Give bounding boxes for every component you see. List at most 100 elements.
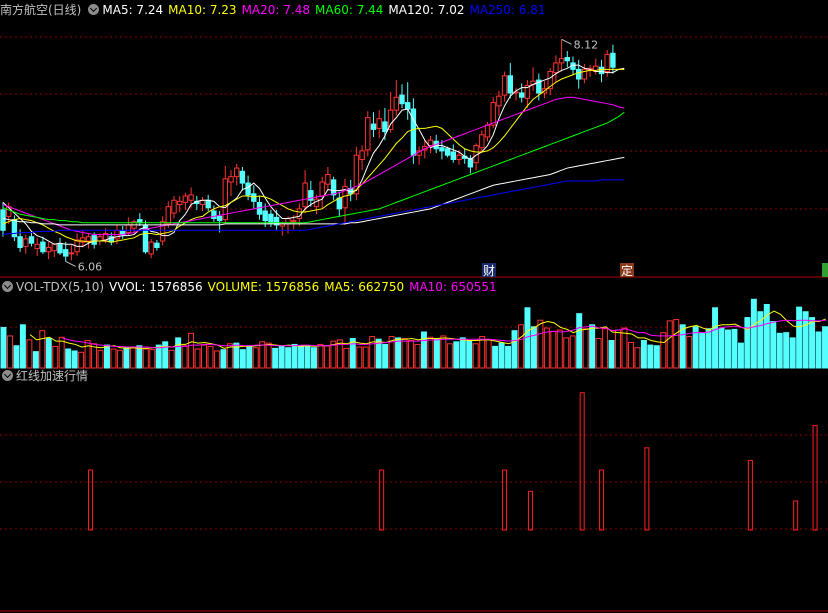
volume-bar <box>530 326 537 369</box>
indicator-bar <box>379 469 385 531</box>
volume-bar <box>673 319 680 369</box>
volume-bar <box>252 347 259 369</box>
volume-bar <box>485 339 492 369</box>
candle-body <box>125 224 132 233</box>
volume-bar <box>556 329 563 369</box>
volume-bar <box>213 350 220 369</box>
volume-bar <box>285 347 292 369</box>
volume-bar <box>123 347 130 369</box>
candle-body <box>519 92 525 98</box>
volume-bar <box>550 330 557 369</box>
candle-body <box>17 236 23 248</box>
candle-body <box>490 102 496 126</box>
indicator-bar <box>88 469 94 531</box>
volume-bar <box>26 339 33 369</box>
volume-bar <box>149 349 156 369</box>
candle-body <box>40 241 46 253</box>
volume-bar <box>602 328 609 369</box>
volume-bar <box>433 338 440 369</box>
kline-chart[interactable]: 8.12 6.06 财 定 <box>0 0 828 613</box>
volume-bar <box>731 328 738 369</box>
candle-body <box>0 209 6 231</box>
volume-bar <box>311 347 317 369</box>
volume-bar <box>498 342 505 369</box>
volume-bar <box>414 343 421 369</box>
volume-bar <box>608 340 615 369</box>
candle-body <box>154 242 160 248</box>
candle-body <box>68 252 75 255</box>
volume-bar <box>440 335 447 369</box>
candle-body <box>450 151 457 160</box>
volume-bar <box>660 332 667 369</box>
volume-bar <box>220 349 227 369</box>
candle-body <box>28 236 35 244</box>
candle-body <box>610 52 616 68</box>
volume-bar <box>323 345 330 369</box>
volume-bar <box>634 347 641 369</box>
candle-body <box>325 174 331 185</box>
volume-bar <box>265 342 272 369</box>
indicator-bar <box>812 425 818 531</box>
volume-bar <box>39 330 46 369</box>
ma-line-ma60 <box>2 111 625 224</box>
indicator-bar <box>793 500 799 531</box>
volume-bar <box>589 324 596 369</box>
volume-bar <box>0 326 7 369</box>
volume-bar <box>647 344 654 369</box>
candle-body <box>85 236 92 242</box>
volume-bar <box>653 345 660 369</box>
candle-body <box>63 249 69 257</box>
candle-body <box>501 75 508 96</box>
volume-bar <box>84 340 91 369</box>
volume-bar <box>246 345 253 369</box>
volume-bar <box>395 337 402 369</box>
volume-bar <box>97 349 104 369</box>
volume-bar <box>615 329 621 369</box>
volume-bar <box>822 326 828 369</box>
candle-body <box>598 66 605 75</box>
low-pointer <box>65 260 76 267</box>
volume-bar <box>278 345 285 369</box>
volume-bar <box>201 344 207 369</box>
volume-bar <box>362 346 369 369</box>
indicator-bar <box>579 392 585 531</box>
volume-bar <box>796 306 803 369</box>
indicator-bar <box>644 447 650 531</box>
candle-body <box>382 121 388 133</box>
candle-body <box>319 181 325 197</box>
candle-body <box>262 210 268 222</box>
candle-body <box>45 246 52 253</box>
volume-bar <box>705 328 712 369</box>
volume-bar <box>181 345 188 369</box>
candle-body <box>553 62 559 74</box>
volume-bar <box>595 338 602 369</box>
volume-bar <box>420 331 427 369</box>
candle-body <box>234 167 240 178</box>
volume-bar <box>45 338 52 369</box>
candle-body <box>228 176 234 183</box>
candle-body <box>211 210 217 219</box>
volume-bar <box>666 320 673 369</box>
volume-bar <box>492 345 499 369</box>
candle-body <box>239 170 246 184</box>
volume-bar <box>770 321 777 369</box>
volume-bar <box>679 324 686 369</box>
marker-edge <box>822 263 828 277</box>
candle-body <box>405 102 411 110</box>
volume-bar <box>718 327 725 369</box>
volume-bar <box>136 345 143 369</box>
volume-bar <box>52 345 59 369</box>
candle-body <box>376 118 382 129</box>
volume-bar <box>750 298 757 369</box>
candle-body <box>23 238 29 247</box>
volume-bar <box>188 332 195 369</box>
candle-body <box>205 199 211 209</box>
volume-bar <box>699 332 706 369</box>
volume-bar <box>466 340 473 369</box>
volume-bar <box>19 324 26 369</box>
ma-line-ma10 <box>2 68 625 243</box>
candle-body <box>456 154 462 160</box>
volume-bar <box>401 338 408 369</box>
candle-body <box>359 150 365 160</box>
volume-bar <box>142 348 149 369</box>
